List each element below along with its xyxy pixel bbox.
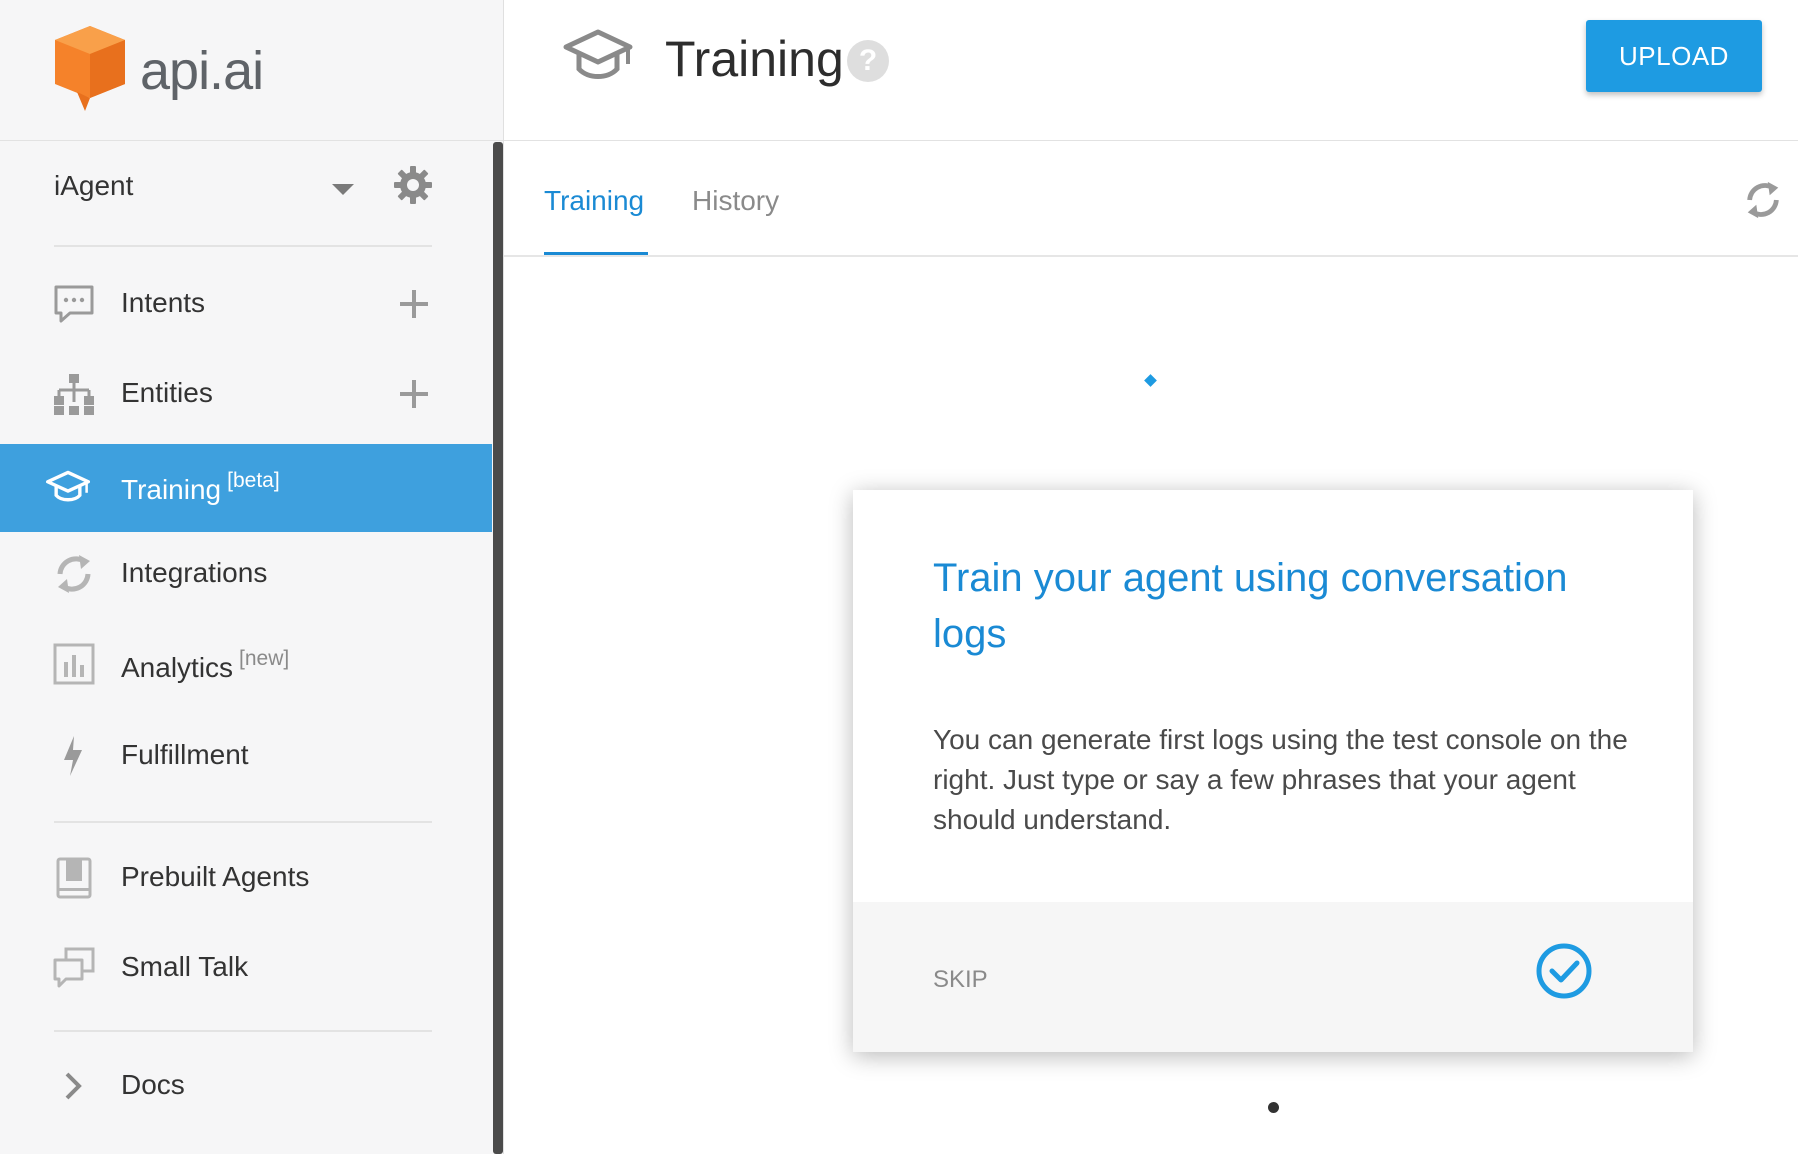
sidebar-divider	[54, 1030, 432, 1032]
active-tab-indicator	[544, 252, 648, 255]
sidebar-item-label: Entities	[121, 377, 213, 408]
upload-button[interactable]: UPLOAD	[1586, 20, 1762, 92]
sidebar-item-label: Docs	[121, 1069, 185, 1100]
new-badge: [new]	[239, 647, 290, 670]
tab-training[interactable]: Training	[544, 185, 644, 217]
sidebar-scrollbar[interactable]	[493, 142, 503, 1154]
page-header: Training ? UPLOAD	[504, 0, 1798, 141]
skip-button[interactable]: SKIP	[933, 966, 988, 994]
tab-history[interactable]: History	[692, 185, 779, 217]
card-title: Train your agent using conversation logs	[933, 556, 1568, 656]
sidebar-item-intents[interactable]: Intents	[0, 262, 492, 350]
chevron-down-icon[interactable]	[332, 184, 354, 195]
help-icon[interactable]: ?	[847, 40, 889, 82]
sidebar-item-label: Prebuilt Agents	[121, 861, 310, 892]
sidebar-item-entities[interactable]: Entities	[0, 352, 492, 440]
sidebar-item-label: Intents	[121, 287, 206, 318]
beta-badge: [beta]	[227, 469, 280, 492]
tab-bar: Training History	[504, 141, 1798, 257]
sidebar-item-prebuilt-agents[interactable]: Prebuilt Agents	[0, 836, 492, 924]
book-icon	[56, 857, 92, 899]
page-title: Training	[665, 31, 844, 87]
sync-icon	[57, 555, 91, 593]
sidebar-item-label: Integrations	[121, 557, 268, 588]
gear-icon[interactable]	[392, 164, 434, 206]
pager-dot[interactable]	[1268, 1102, 1279, 1113]
sidebar-item-fulfillment[interactable]: Fulfillment	[0, 714, 492, 802]
add-entity-icon[interactable]	[394, 374, 434, 414]
logo-area: api.ai	[0, 0, 503, 141]
sidebar-item-label: Training [beta]	[121, 469, 280, 505]
api-ai-logo-icon[interactable]	[55, 26, 125, 111]
sidebar-item-integrations[interactable]: Integrations	[0, 532, 492, 620]
graduation-cap-icon	[46, 470, 90, 502]
onboarding-card: Train your agent using conversation logs…	[853, 490, 1693, 1052]
lightning-icon	[64, 736, 82, 776]
sidebar-item-training[interactable]: Training [beta]	[0, 444, 492, 532]
sidebar-divider	[54, 821, 432, 823]
sidebar-item-analytics[interactable]: Analytics [new]	[0, 622, 492, 710]
bar-chart-icon	[53, 643, 95, 685]
refresh-icon[interactable]	[1742, 179, 1784, 221]
chevron-right-icon	[65, 1072, 82, 1100]
sidebar: api.ai iAgent Intents Entities Training …	[0, 0, 504, 1154]
sidebar-item-small-talk[interactable]: Small Talk	[0, 926, 492, 1014]
sidebar-item-label: Analytics [new]	[121, 647, 290, 683]
dialog-icon	[53, 947, 95, 988]
sidebar-item-docs[interactable]: Docs	[0, 1044, 492, 1132]
agent-name[interactable]: iAgent	[54, 170, 133, 202]
brand-name[interactable]: api.ai	[140, 40, 264, 102]
sidebar-item-label: Small Talk	[121, 951, 249, 982]
hierarchy-icon	[54, 374, 94, 415]
card-footer: SKIP	[853, 902, 1693, 1052]
chat-icon	[54, 285, 94, 323]
graduation-cap-icon	[563, 29, 633, 79]
card-body: You can generate first logs using the te…	[933, 724, 1628, 835]
check-circle-icon[interactable]	[1535, 942, 1593, 1000]
add-intent-icon[interactable]	[394, 284, 434, 324]
loading-spinner	[1144, 374, 1157, 387]
sidebar-item-label: Fulfillment	[121, 739, 249, 770]
sidebar-divider	[54, 245, 432, 247]
